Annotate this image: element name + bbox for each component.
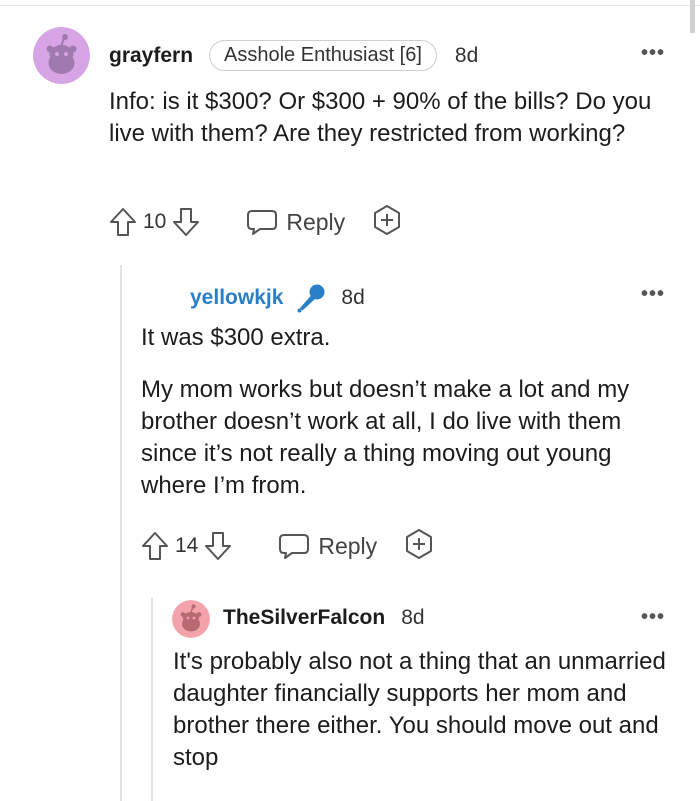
award-button[interactable] [403,528,435,565]
reply-label: Reply [286,208,346,235]
downvote-icon[interactable] [172,207,200,237]
vote-score: 10 [143,210,167,233]
comment-body: It was $300 extra. My mom works but does… [141,322,676,502]
timestamp[interactable]: 8d [455,44,478,68]
timestamp[interactable]: 8d [341,286,364,310]
more-options-icon[interactable]: ••• [641,283,665,306]
snoo-avatar-icon [172,600,210,638]
username[interactable]: TheSilverFalcon [223,606,385,630]
upvote-icon[interactable] [109,207,137,237]
timestamp[interactable]: 8d [401,606,424,630]
reply-button[interactable]: Reply [246,207,345,237]
top-divider [0,0,700,6]
reply-bubble-icon [247,210,278,235]
comment-body: It's probably also not a thing that an u… [173,646,678,774]
reply-label: Reply [318,532,378,559]
comment-meta: yellowkjk 8d [190,282,365,314]
comment-body: Info: is it $300? Or $300 + 90% of the b… [109,86,674,150]
comment-text: My mom works but doesn’t make a lot and … [141,376,630,499]
user-avatar[interactable] [172,600,210,638]
reply-bubble-icon [279,534,310,559]
username[interactable]: yellowkjk [190,286,283,310]
more-options-icon[interactable]: ••• [641,42,665,65]
comment-actions: 10 Reply [109,204,403,241]
snoo-avatar-icon [33,27,90,84]
username[interactable]: grayfern [109,44,193,68]
comment-meta: TheSilverFalcon 8d [223,606,425,630]
reply-button[interactable]: Reply [278,531,377,561]
comment-text: Info: is it $300? Or $300 + 90% of the b… [109,88,652,147]
award-plus-icon [374,204,401,235]
downvote-icon[interactable] [204,531,232,561]
comment-meta: grayfern Asshole Enthusiast [6] 8d [109,40,478,71]
vote-score: 14 [175,534,199,557]
scrollbar-thumb[interactable] [690,0,695,33]
user-flair: Asshole Enthusiast [6] [209,40,437,71]
comment-text: It's probably also not a thing that an u… [173,648,666,771]
comment-text: It was $300 extra. [141,324,331,351]
award-plus-icon [406,528,433,559]
award-button[interactable] [371,204,403,241]
microphone-icon [297,284,325,313]
more-options-icon[interactable]: ••• [641,606,665,629]
thread-line-level-1[interactable] [120,265,122,801]
comment-actions: 14 Reply [141,528,435,565]
upvote-icon[interactable] [141,531,169,561]
user-avatar[interactable] [33,27,90,84]
thread-line-level-2[interactable] [151,598,153,801]
